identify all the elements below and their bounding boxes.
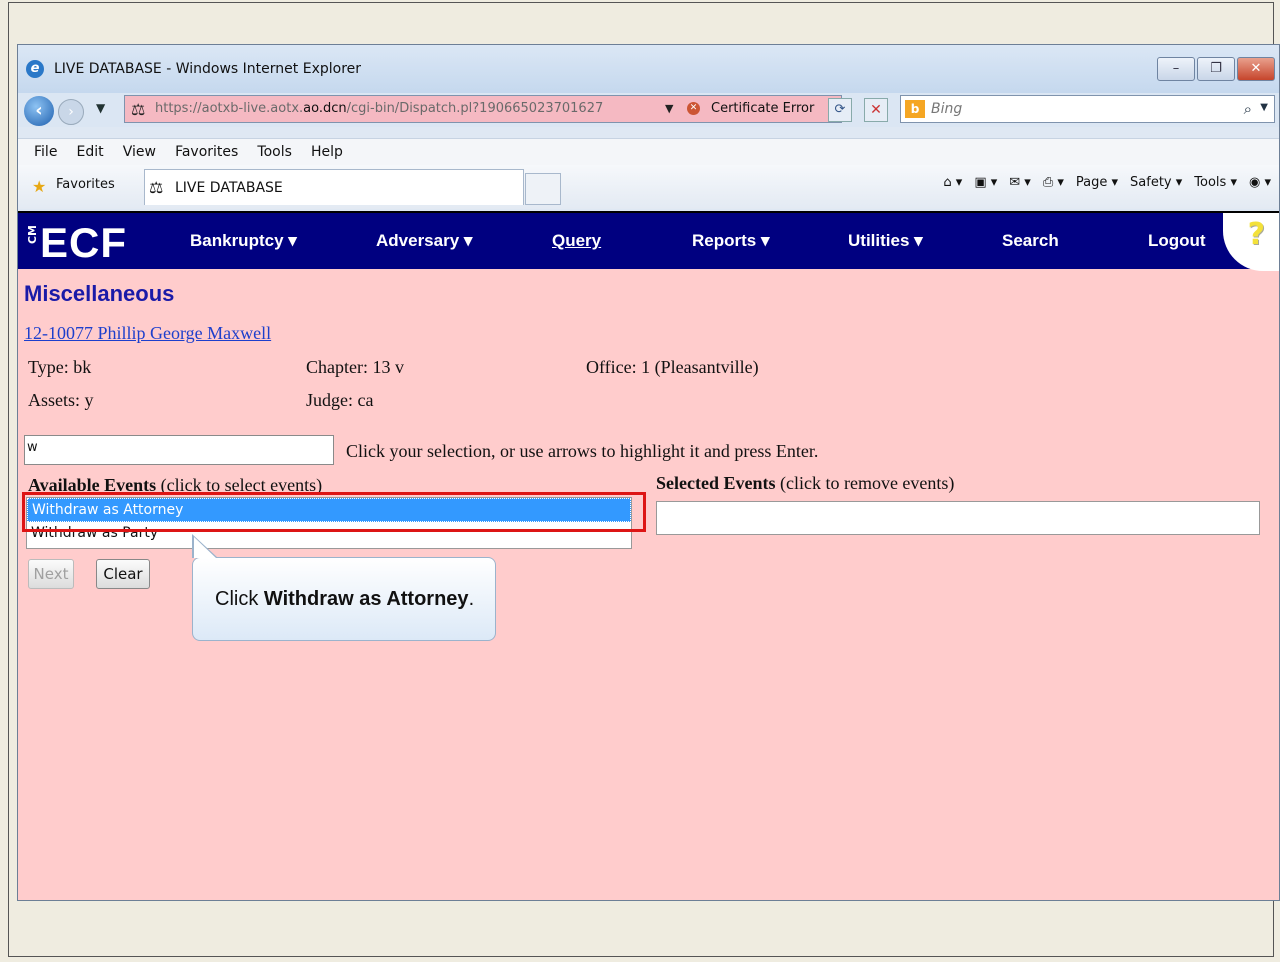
menu-query[interactable]: Query	[552, 231, 601, 251]
case-chapter: Chapter: 13 v	[306, 357, 404, 377]
next-button[interactable]: Next	[28, 559, 74, 589]
tab-favicon-icon: ⚖	[149, 178, 164, 197]
selected-events-label: Selected Events (click to remove events)	[656, 473, 955, 493]
close-button[interactable]: ✕	[1237, 57, 1275, 81]
tab-label: LIVE DATABASE	[175, 180, 283, 196]
case-type: Type: bk	[28, 357, 92, 377]
page-menu[interactable]: Page ▾	[1076, 175, 1118, 190]
ecf-menu-bar: CM ECF Bankruptcy ▾ Adversary ▾ Query Re…	[18, 211, 1279, 271]
navigation-bar: ‹ › ▼ ⚖ https://aotxb-live.aotx.ao.dcn/c…	[18, 93, 1279, 127]
case-judge: Judge: ca	[306, 390, 374, 410]
page-title: Miscellaneous	[24, 281, 175, 306]
address-url: https://aotxb-live.aotx.ao.dcn/cgi-bin/D…	[155, 101, 604, 116]
court-favicon-icon: ⚖	[131, 100, 146, 119]
new-tab-button[interactable]	[525, 173, 561, 205]
case-office: Office: 1 (Pleasantville)	[586, 357, 759, 377]
menu-search[interactable]: Search	[1002, 231, 1059, 251]
menu-favorites[interactable]: Favorites	[175, 139, 238, 160]
refresh-icon[interactable]: ⟳	[828, 98, 852, 122]
event-search-input[interactable]: w	[24, 435, 334, 465]
instruction-callout: Click Withdraw as Attorney.	[192, 557, 496, 641]
callout-pointer-inner	[194, 537, 216, 558]
feeds-icon[interactable]: ▣ ▾	[974, 175, 997, 190]
ie-logo-icon: e	[26, 60, 44, 78]
menu-logout[interactable]: Logout	[1148, 231, 1206, 251]
case-link[interactable]: 12-10077 Phillip George Maxwell	[24, 323, 271, 344]
menu-view[interactable]: View	[123, 139, 156, 160]
safety-menu[interactable]: Safety ▾	[1130, 175, 1182, 190]
forward-button[interactable]: ›	[58, 99, 84, 125]
ecf-logo: ECF	[40, 219, 127, 266]
print-icon[interactable]: ⎙ ▾	[1043, 175, 1064, 190]
search-icon[interactable]: ⌕	[1244, 100, 1252, 118]
menu-file[interactable]: File	[34, 139, 57, 160]
menu-adversary[interactable]: Adversary ▾	[376, 231, 472, 251]
home-icon[interactable]: ⌂ ▾	[943, 175, 962, 190]
search-placeholder: Bing	[931, 101, 963, 117]
cmecf-page: CM ECF Bankruptcy ▾ Adversary ▾ Query Re…	[18, 211, 1279, 900]
ecf-logo-cm: CM	[26, 225, 39, 245]
menu-bankruptcy[interactable]: Bankruptcy ▾	[190, 231, 297, 251]
window-controls: – ❐ ✕	[1155, 57, 1275, 81]
menu-utilities[interactable]: Utilities ▾	[848, 231, 923, 251]
certificate-error-label[interactable]: Certificate Error	[711, 101, 814, 116]
back-button[interactable]: ‹	[24, 96, 54, 126]
menu-tools[interactable]: Tools	[257, 139, 292, 160]
help-question-icon[interactable]: ?	[1248, 217, 1265, 252]
restore-button[interactable]: ❐	[1197, 57, 1235, 81]
title-bar: e LIVE DATABASE - Windows Internet Explo…	[18, 45, 1279, 93]
clear-button[interactable]: Clear	[96, 559, 150, 589]
bing-logo-icon: b	[905, 100, 925, 118]
highlight-box	[22, 492, 646, 532]
help-tab[interactable]: ?	[1223, 213, 1279, 271]
favorites-star-icon[interactable]: ★	[32, 177, 46, 196]
address-dropdown-icon[interactable]: ▼	[665, 102, 673, 115]
favorites-bar: ★ Favorites ⚖ LIVE DATABASE ⌂ ▾ ▣ ▾ ✉ ▾ …	[18, 165, 1279, 209]
menu-reports[interactable]: Reports ▾	[692, 231, 770, 251]
search-dropdown-icon[interactable]: ▼	[1260, 102, 1268, 113]
address-bar[interactable]: ⚖ https://aotxb-live.aotx.ao.dcn/cgi-bin…	[124, 95, 842, 123]
selected-events-list[interactable]	[656, 501, 1260, 535]
favorites-button[interactable]: Favorites	[56, 177, 115, 192]
case-assets: Assets: y	[28, 390, 94, 410]
ie-window: e LIVE DATABASE - Windows Internet Explo…	[17, 44, 1280, 901]
browser-tab[interactable]: ⚖ LIVE DATABASE	[144, 169, 524, 205]
window-title: LIVE DATABASE - Windows Internet Explore…	[54, 61, 362, 77]
command-bar: ⌂ ▾ ▣ ▾ ✉ ▾ ⎙ ▾ Page ▾ Safety ▾ Tools ▾ …	[931, 175, 1271, 190]
mail-icon[interactable]: ✉ ▾	[1009, 175, 1031, 190]
stop-icon[interactable]: ✕	[864, 98, 888, 122]
menu-edit[interactable]: Edit	[77, 139, 104, 160]
history-dropdown-icon[interactable]: ▼	[96, 101, 105, 115]
menu-bar: File Edit View Favorites Tools Help	[18, 138, 1279, 166]
tools-menu[interactable]: Tools ▾	[1194, 175, 1237, 190]
callout-text: Click Withdraw as Attorney.	[215, 588, 475, 610]
instruction-text: Click your selection, or use arrows to h…	[346, 441, 819, 461]
help-icon[interactable]: ◉ ▾	[1249, 175, 1271, 190]
menu-help[interactable]: Help	[311, 139, 343, 160]
search-box[interactable]: b Bing ⌕ ▼	[900, 95, 1275, 123]
minimize-button[interactable]: –	[1157, 57, 1195, 81]
certificate-error-icon[interactable]: ✕	[687, 102, 700, 115]
